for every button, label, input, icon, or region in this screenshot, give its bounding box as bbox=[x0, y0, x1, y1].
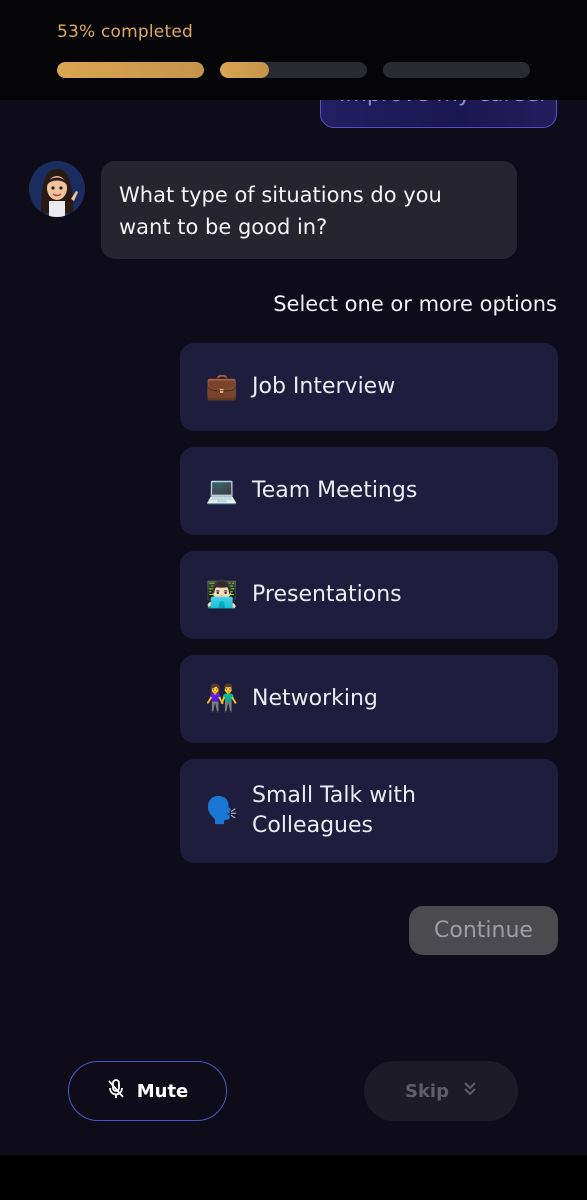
option-job-interview[interactable]: 💼 Job Interview bbox=[180, 343, 558, 431]
skip-label: Skip bbox=[405, 1080, 449, 1102]
option-label: Networking bbox=[252, 686, 378, 711]
mute-button[interactable]: Mute bbox=[68, 1061, 227, 1121]
progress-label: 53% completed bbox=[57, 22, 193, 42]
progress-segment-1 bbox=[57, 62, 204, 78]
bot-avatar bbox=[29, 161, 85, 217]
option-label: Presentations bbox=[252, 582, 402, 607]
mic-off-icon bbox=[107, 1079, 125, 1103]
progress-segment-3 bbox=[383, 62, 530, 78]
option-team-meetings[interactable]: 💻 Team Meetings bbox=[180, 447, 558, 535]
laptop-icon: 💻 bbox=[205, 476, 239, 506]
progress-fill-2 bbox=[220, 62, 269, 78]
chat-screen: Improve my career 53% completed What t bbox=[0, 0, 587, 1200]
option-label: Small Talk with Colleagues bbox=[252, 783, 416, 838]
bot-message-bubble: What type of situations do you want to b… bbox=[101, 161, 517, 259]
progress-fill-1 bbox=[57, 62, 204, 78]
people-holding-hands-icon: 👫 bbox=[205, 684, 239, 714]
skip-button[interactable]: Skip bbox=[364, 1061, 518, 1121]
option-networking[interactable]: 👫 Networking bbox=[180, 655, 558, 743]
option-label: Job Interview bbox=[252, 374, 396, 399]
progress-header: 53% completed bbox=[0, 0, 587, 100]
option-presentations[interactable]: 👨🏻‍💻 Presentations bbox=[180, 551, 558, 639]
briefcase-icon: 💼 bbox=[205, 372, 239, 402]
select-hint: Select one or more options bbox=[273, 292, 557, 316]
technologist-icon: 👨🏻‍💻 bbox=[205, 580, 239, 610]
option-label: Team Meetings bbox=[252, 478, 418, 503]
speaking-head-icon: 🗣️ bbox=[205, 796, 239, 826]
continue-button[interactable]: Continue bbox=[409, 906, 558, 955]
mute-label: Mute bbox=[136, 1080, 189, 1102]
chevrons-down-icon bbox=[463, 1081, 477, 1101]
progress-segment-2 bbox=[220, 62, 367, 78]
option-small-talk[interactable]: 🗣️ Small Talk with Colleagues bbox=[180, 759, 558, 863]
system-nav-bar bbox=[0, 1155, 587, 1200]
bot-message-text: What type of situations do you want to b… bbox=[119, 183, 442, 239]
